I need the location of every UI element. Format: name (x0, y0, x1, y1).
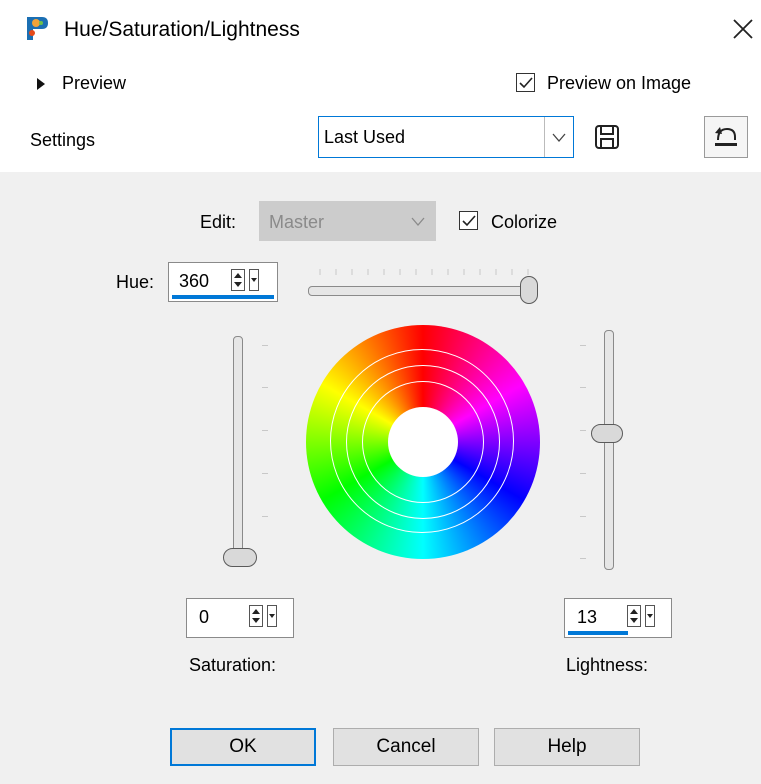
dropdown-button[interactable] (544, 117, 573, 157)
triangle-right-icon (37, 78, 45, 90)
lightness-label: Lightness: (566, 655, 649, 675)
saturation-value: 0 (199, 607, 210, 627)
preview-toggle[interactable]: Preview (36, 72, 146, 98)
floppy-disk-icon (595, 125, 619, 149)
ok-button[interactable]: OK (170, 728, 316, 766)
chevron-down-icon (552, 133, 566, 142)
saturation-slider-thumb[interactable] (223, 548, 257, 567)
hue-label: Hue: (116, 272, 155, 292)
hue-stepper[interactable] (231, 269, 245, 291)
settings-preset-value: Last Used (324, 127, 406, 147)
hue-ruler (316, 264, 536, 275)
hue-dropdown[interactable] (249, 269, 259, 291)
lightness-dropdown[interactable] (645, 605, 655, 627)
hue-spinbox[interactable]: 360 (168, 262, 278, 302)
saturation-stepper[interactable] (249, 605, 263, 627)
colorize-checkbox[interactable] (459, 211, 478, 230)
edit-channel-dropdown: Master (259, 201, 436, 241)
settings-preset-dropdown[interactable]: Last Used (318, 116, 574, 158)
colorize-label: Colorize (491, 212, 558, 232)
window-title: Hue/Saturation/Lightness (64, 18, 300, 41)
close-icon[interactable] (732, 18, 754, 40)
saturation-slider-track[interactable] (233, 336, 243, 564)
preview-on-image-label: Preview on Image (547, 73, 692, 93)
lightness-progress-bar (568, 631, 628, 635)
chevron-down-icon (411, 217, 425, 226)
edit-label: Edit: (200, 212, 237, 232)
preview-label: Preview (62, 73, 127, 93)
lightness-slider-thumb[interactable] (591, 424, 623, 443)
settings-label: Settings (30, 130, 96, 150)
lightness-slider-track[interactable] (604, 330, 614, 570)
help-button[interactable]: Help (494, 728, 640, 766)
cancel-button[interactable]: Cancel (333, 728, 479, 766)
lightness-spinbox[interactable]: 13 (564, 598, 672, 638)
save-preset-button[interactable] (590, 120, 624, 154)
hue-slider-track[interactable] (308, 286, 536, 296)
hue-slider-thumb[interactable] (520, 276, 538, 304)
hue-progress-bar (172, 295, 274, 299)
lightness-value: 13 (577, 607, 598, 627)
preview-on-image-checkbox[interactable] (516, 73, 535, 92)
edit-channel-value: Master (269, 212, 325, 232)
app-icon (24, 14, 50, 42)
reset-button[interactable] (704, 116, 748, 158)
hue-value: 360 (179, 271, 210, 291)
saturation-dropdown[interactable] (267, 605, 277, 627)
reset-icon (715, 127, 737, 146)
lightness-stepper[interactable] (627, 605, 641, 627)
color-wheel[interactable] (306, 325, 540, 559)
saturation-spinbox[interactable]: 0 (186, 598, 294, 638)
saturation-label: Saturation: (189, 655, 277, 675)
